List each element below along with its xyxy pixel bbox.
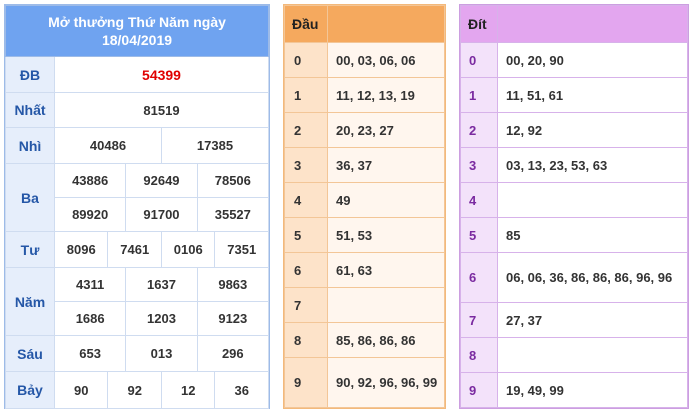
lottery-results-panel: Mở thưởng Thứ Năm ngày 18/04/2019 ĐB 543…: [4, 4, 270, 409]
dit-key: 7: [460, 302, 498, 338]
prize-sau-value: 013: [125, 335, 198, 372]
dit-values: 03, 13, 23, 53, 63: [497, 147, 688, 183]
prize-bay-value: 92: [107, 371, 162, 409]
dau-key: 8: [284, 322, 328, 358]
dit-key: 0: [460, 42, 498, 78]
prize-nam-value: 1637: [125, 267, 198, 302]
dit-key: 4: [460, 182, 498, 218]
dit-values: 85: [497, 217, 688, 253]
prize-label-bay: Bảy: [5, 371, 55, 409]
dit-key: 2: [460, 112, 498, 148]
prize-tu-value: 7351: [214, 231, 269, 268]
prize-tu-value: 7461: [107, 231, 162, 268]
dit-key: 5: [460, 217, 498, 253]
prize-label-nhi: Nhì: [5, 127, 55, 164]
prize-label-nam: Năm: [5, 267, 55, 336]
dit-values: [497, 182, 688, 218]
prize-label-sau: Sáu: [5, 335, 55, 372]
dit-values: [497, 337, 688, 373]
prize-db-value: 54399: [54, 56, 269, 93]
prize-nhat-value: 81519: [54, 92, 269, 128]
dau-key: 9: [284, 357, 328, 408]
dit-values: 12, 92: [497, 112, 688, 148]
dau-values: 61, 63: [327, 252, 445, 288]
prize-sau-value: 653: [53, 335, 127, 372]
dit-key: 1: [460, 77, 498, 113]
prize-nam-value: 9863: [196, 267, 270, 302]
prize-ba-value: 92649: [125, 163, 198, 198]
dau-key: 7: [284, 287, 328, 323]
results-title-line1: Mở thưởng Thứ Năm ngày: [48, 14, 226, 30]
dit-table: Đít 0 00, 20, 90 1 11, 51, 61 2 12, 92 3 03,…: [460, 5, 688, 408]
dau-values: 49: [327, 182, 445, 218]
dau-panel: Đầu 0 00, 03, 06, 06 1 11, 12, 13, 19 2 20,…: [283, 4, 446, 409]
prize-nhi-value: 40486: [54, 127, 162, 164]
dit-key: 3: [460, 147, 498, 183]
prize-tu-value: 0106: [160, 231, 216, 268]
prize-bay-value: 12: [160, 371, 216, 409]
results-title-date: 18/04/2019: [101, 32, 173, 48]
dau-key: 0: [284, 42, 328, 78]
prize-sau-value: 296: [196, 335, 270, 372]
dit-panel: Đít 0 00, 20, 90 1 11, 51, 61 2 12, 92 3 03,…: [459, 4, 689, 409]
dau-values: 36, 37: [327, 147, 445, 183]
dau-values: 51, 53: [327, 217, 445, 253]
dau-values: 11, 12, 13, 19: [327, 77, 445, 113]
prize-nam-value: 1203: [125, 301, 198, 336]
dau-table: Đầu 0 00, 03, 06, 06 1 11, 12, 13, 19 2 20,…: [284, 5, 445, 408]
dit-values: 19, 49, 99: [497, 372, 688, 408]
dau-values: 90, 92, 96, 96, 99: [327, 357, 445, 408]
prize-label-db: ĐB: [5, 56, 55, 93]
dau-header-blank: [327, 5, 445, 43]
dau-values: 85, 86, 86, 86: [327, 322, 445, 358]
prize-nam-value: 4311: [53, 267, 127, 302]
prize-bay-value: 90: [53, 371, 109, 409]
prize-ba-value: 78506: [196, 163, 270, 198]
prize-tu-value: 8096: [53, 231, 109, 268]
prize-ba-value: 89920: [53, 197, 127, 232]
dau-key: 2: [284, 112, 328, 148]
dau-key: 6: [284, 252, 328, 288]
dit-values: 00, 20, 90: [497, 42, 688, 78]
prize-ba-value: 91700: [125, 197, 198, 232]
dau-values: 00, 03, 06, 06: [327, 42, 445, 78]
prize-ba-value: 43886: [53, 163, 127, 198]
dau-header: Đầu: [284, 5, 328, 43]
dau-key: 4: [284, 182, 328, 218]
dau-key: 1: [284, 77, 328, 113]
dit-key: 6: [460, 252, 498, 303]
prize-label-nhat: Nhất: [5, 92, 55, 128]
dit-values: 06, 06, 36, 86, 86, 86, 96, 96: [497, 252, 688, 303]
prize-nam-value: 9123: [196, 301, 270, 336]
prize-ba-value: 35527: [196, 197, 270, 232]
results-title: Mở thưởng Thứ Năm ngày 18/04/2019: [5, 5, 269, 57]
dau-values: [327, 287, 445, 323]
prize-label-ba: Ba: [5, 163, 55, 232]
dit-values: 11, 51, 61: [497, 77, 688, 113]
prize-nam-value: 1686: [53, 301, 127, 336]
dit-key: 8: [460, 337, 498, 373]
dit-header: Đít: [460, 5, 498, 43]
dau-values: 20, 23, 27: [327, 112, 445, 148]
dit-key: 9: [460, 372, 498, 408]
dit-header-blank: [497, 5, 688, 43]
results-table: Mở thưởng Thứ Năm ngày 18/04/2019 ĐB 543…: [5, 5, 270, 409]
prize-label-tu: Tư: [5, 231, 55, 268]
prize-nhi-value: 17385: [160, 127, 270, 164]
dit-values: 27, 37: [497, 302, 688, 338]
dau-key: 5: [284, 217, 328, 253]
prize-bay-value: 36: [214, 371, 269, 409]
dau-key: 3: [284, 147, 328, 183]
